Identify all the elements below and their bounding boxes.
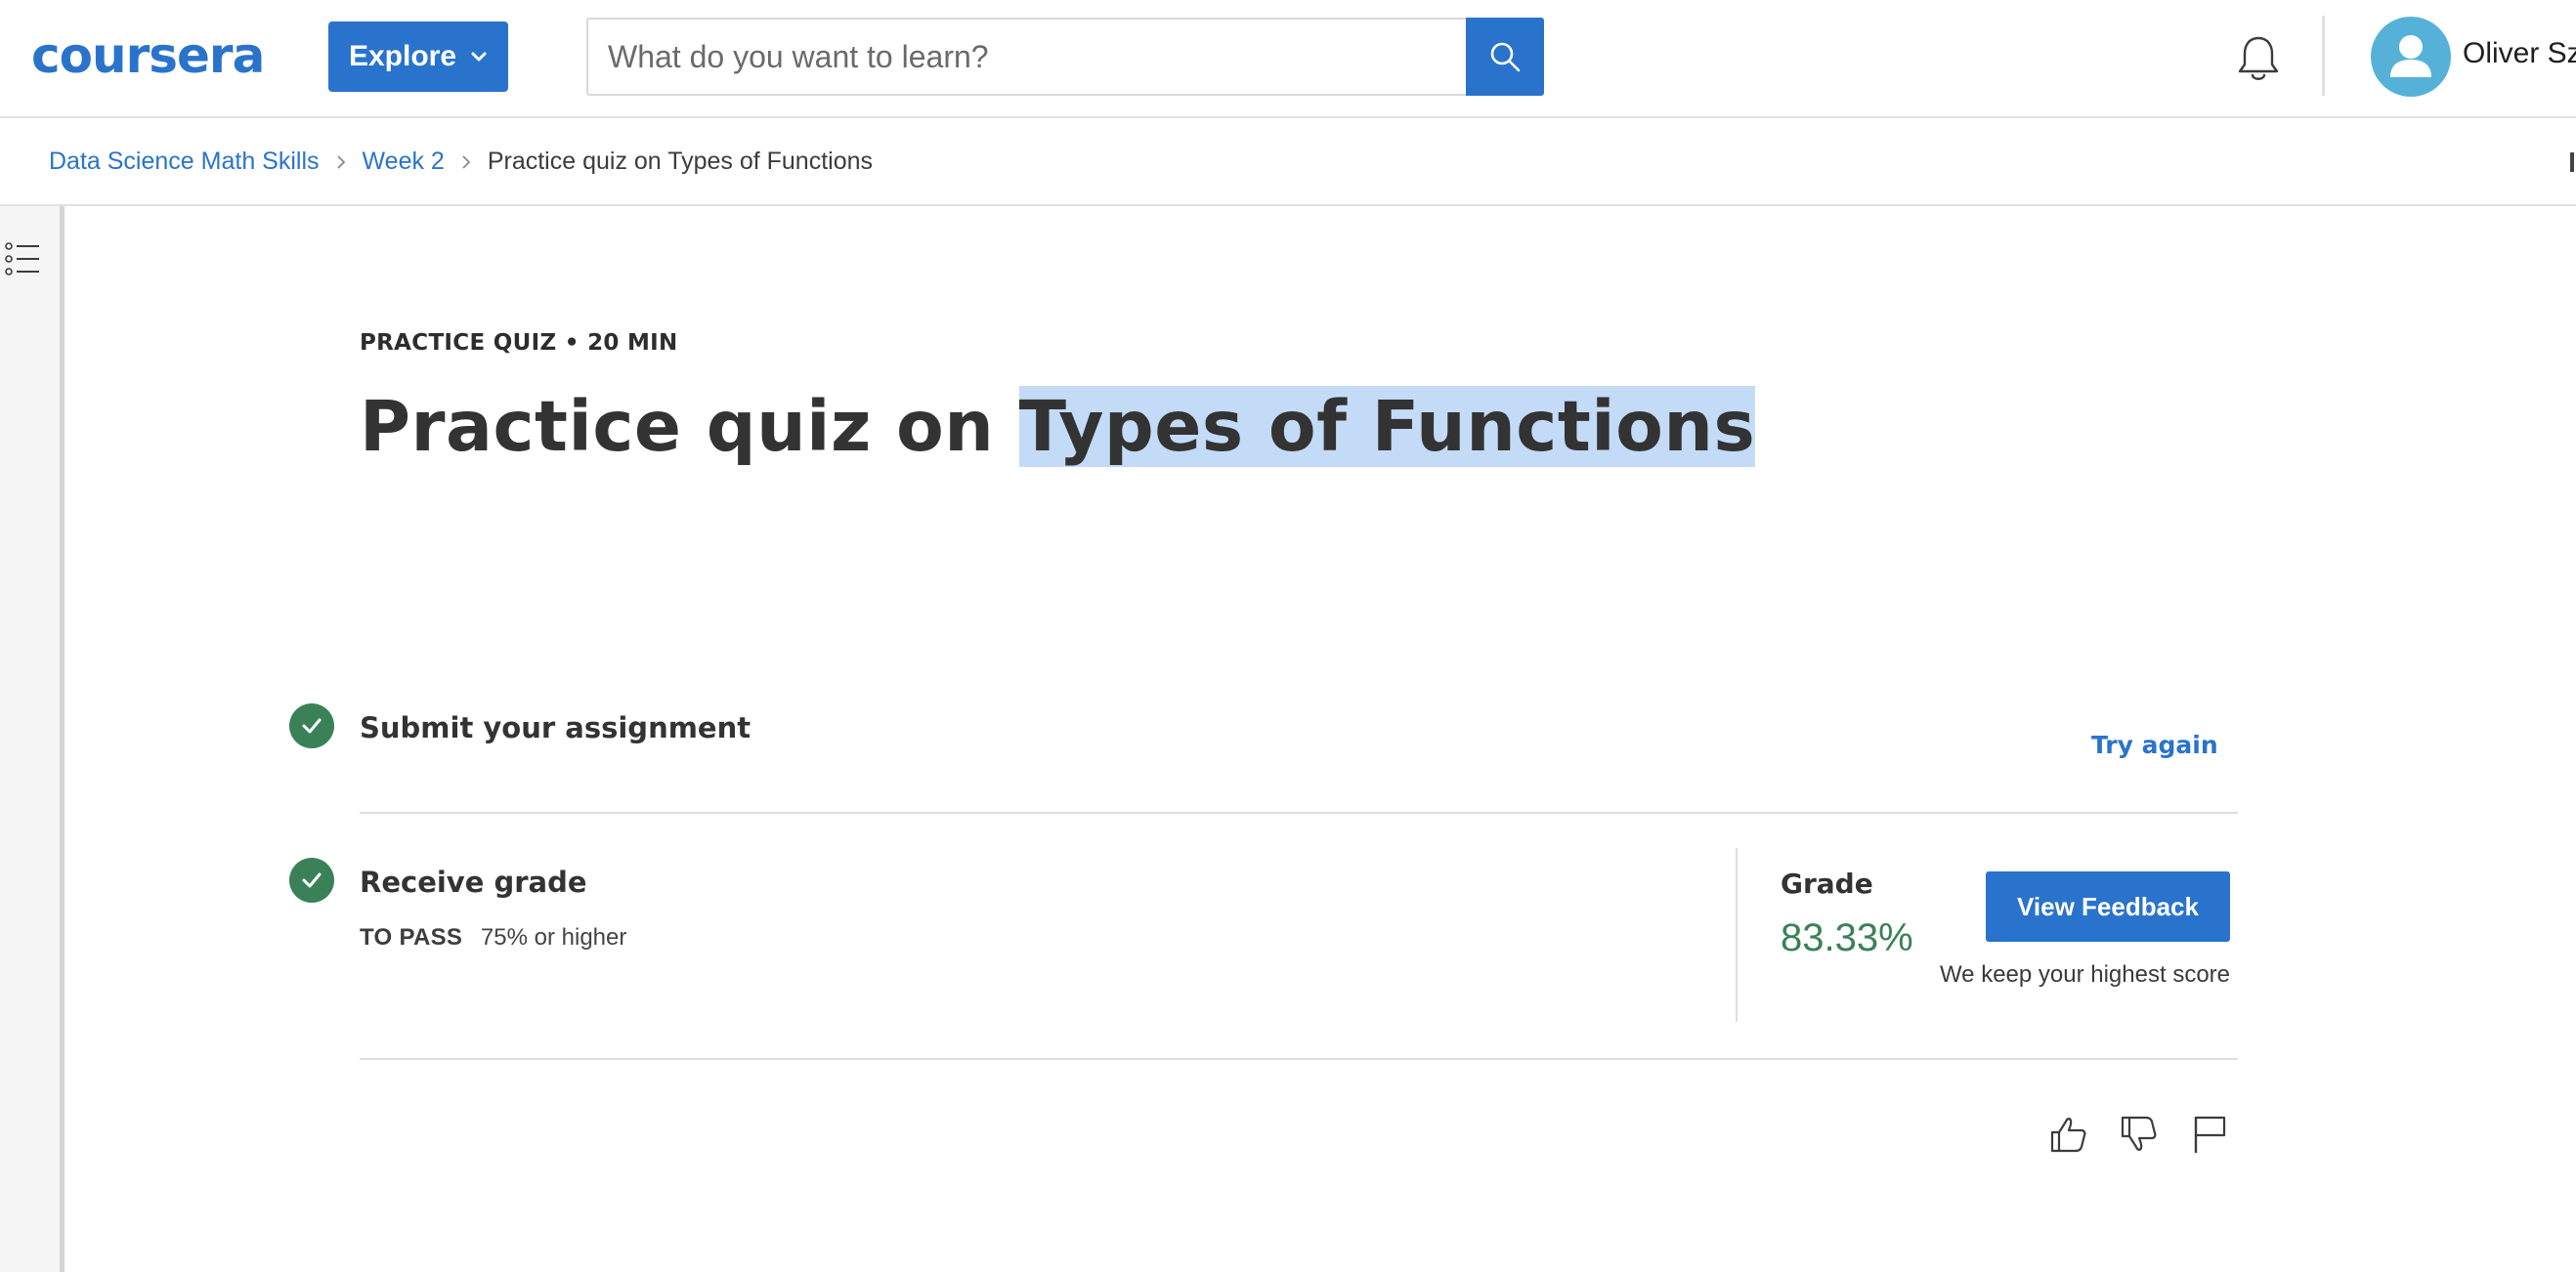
course-outline-rail [0,206,64,1272]
search-icon [1490,42,1521,72]
breadcrumb-current: Practice quiz on Types of Functions [487,148,874,175]
divider [360,1058,2238,1060]
flag-icon[interactable] [2187,1112,2232,1157]
to-pass-value: 75% or higher [480,924,627,951]
search-input[interactable] [586,18,1466,96]
thumbs-down-icon[interactable] [2117,1112,2162,1157]
grade-complete-check [289,858,334,903]
grade-value: 83.33% [1781,916,1913,959]
page-title: Practice quiz on Types of Functions [360,381,1756,473]
submit-step-title: Submit your assignment [360,711,751,744]
breadcrumb-bar: Data Science Math Skills Week 2 Practice… [0,118,2576,206]
avatar-person-icon [2390,35,2431,77]
to-pass-label: TO PASS [360,924,463,951]
grade-step-title: Receive grade [360,866,587,899]
grade-label: Grade [1781,868,1873,900]
chevron-right-icon [336,154,345,169]
search-bar [586,18,1544,96]
thumbs-up-icon[interactable] [2046,1112,2091,1157]
submit-complete-check [289,703,334,748]
bell-icon[interactable] [2234,33,2283,84]
pass-requirement: TO PASS 75% or higher [360,924,626,952]
outline-toggle-icon[interactable] [4,241,41,276]
explore-button[interactable]: Explore [328,21,508,92]
highest-score-note: We keep your highest score [1939,961,2230,988]
check-icon [302,872,322,888]
breadcrumb-edge-marker [2570,152,2574,172]
grade-divider [1736,848,1738,1022]
search-button[interactable] [1466,18,1544,96]
breadcrumb-course-link[interactable]: Data Science Math Skills [49,148,320,176]
top-header: coursera Explore Oliver Sz [0,0,2576,118]
divider [360,812,2238,814]
chevron-right-icon [462,154,471,169]
explore-label: Explore [348,40,457,72]
breadcrumb-week-link[interactable]: Week 2 [363,148,445,176]
avatar[interactable] [2371,17,2451,97]
breadcrumb: Data Science Math Skills Week 2 Practice… [49,148,873,176]
try-again-link[interactable]: Try again [2091,731,2218,759]
view-feedback-button[interactable]: View Feedback [1986,871,2230,942]
page-title-text: Practice quiz on [360,386,1019,467]
check-icon [302,718,322,734]
quiz-meta: PRACTICE QUIZ • 20 MIN [360,330,678,356]
header-divider [2322,16,2325,96]
page-title-highlighted: Types of Functions [1018,386,1756,467]
user-name[interactable]: Oliver Sz [2463,37,2576,70]
item-feedback [2046,1112,2232,1157]
coursera-logo[interactable]: coursera [31,21,265,90]
chevron-down-icon [471,52,487,62]
